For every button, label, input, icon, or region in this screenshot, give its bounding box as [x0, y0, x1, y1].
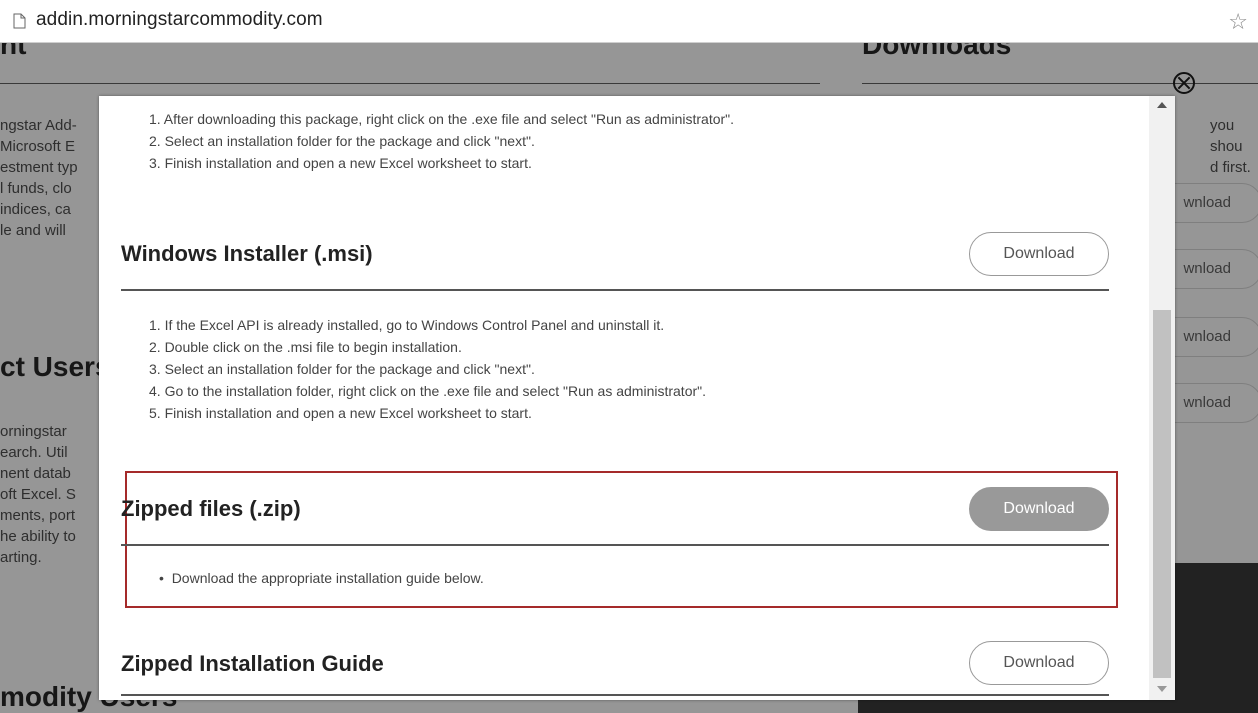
list-item: 3. Select an installation folder for the…	[149, 361, 535, 377]
bullet-icon: •	[159, 570, 172, 586]
zip-download-button[interactable]: Download	[969, 487, 1109, 531]
list-item: 1. After downloading this package, right…	[149, 111, 735, 127]
scrollbar-thumb[interactable]	[1153, 310, 1171, 678]
address-bar[interactable]: addin.morningstarcommodity.com ☆	[0, 0, 1258, 43]
list-item: 4. Go to the installation folder, right …	[149, 383, 707, 399]
list-item: 3. Finish installation and open a new Ex…	[149, 155, 532, 171]
scroll-down-arrow-icon[interactable]	[1157, 686, 1167, 692]
url-text[interactable]: addin.morningstarcommodity.com	[36, 9, 323, 31]
scroll-up-arrow-icon[interactable]	[1157, 102, 1167, 108]
list-item: 1. If the Excel API is already installed…	[149, 317, 665, 333]
msi-download-button[interactable]: Download	[969, 232, 1109, 276]
install-options-modal: 1. After downloading this package, right…	[99, 96, 1175, 700]
section-divider	[121, 289, 1109, 291]
highlight-box	[125, 471, 1118, 608]
list-item: 5. Finish installation and open a new Ex…	[149, 405, 532, 421]
list-item: 2. Select an installation folder for the…	[149, 133, 535, 149]
page-icon	[13, 13, 26, 29]
modal-scrollbar[interactable]	[1149, 96, 1175, 700]
list-item: 2. Double click on the .msi file to begi…	[149, 339, 462, 355]
bookmark-star-icon[interactable]: ☆	[1228, 9, 1248, 35]
exe-steps-list: 1. After downloading this package, right…	[149, 108, 734, 174]
zip-bullet: • Download the appropriate installation …	[159, 570, 484, 586]
msi-section-title: Windows Installer (.msi)	[121, 241, 373, 266]
zip-section-title: Zipped files (.zip)	[121, 496, 301, 521]
msi-steps-list: 1. If the Excel API is already installed…	[149, 314, 706, 424]
close-icon[interactable]	[1173, 72, 1195, 94]
section-divider	[121, 544, 1109, 546]
section-divider	[121, 694, 1109, 696]
guide-download-button[interactable]: Download	[969, 641, 1109, 685]
guide-section-title: Zipped Installation Guide	[121, 651, 384, 676]
